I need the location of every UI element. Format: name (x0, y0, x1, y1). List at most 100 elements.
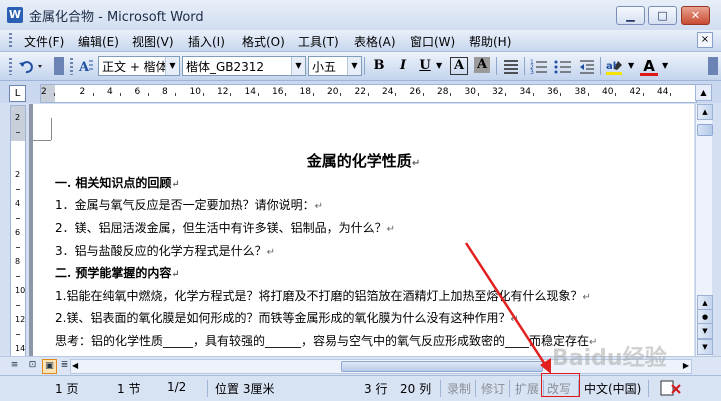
font-color-dropdown-icon[interactable]: ▼ (662, 61, 668, 70)
document-area: 金属的化学性质↵ 一. 相关知识点的回顾↵ 1．金属与氧气反应是否一定要加热？请你… (29, 104, 694, 356)
decrease-indent-icon[interactable] (578, 58, 596, 74)
print-layout-view-icon[interactable]: ▣ (42, 359, 57, 374)
highlight-dropdown-icon[interactable]: ▼ (628, 61, 634, 70)
menu-format[interactable]: 格式(O) (242, 33, 285, 50)
minimize-button[interactable]: ▁ (616, 6, 645, 25)
chevron-down-icon[interactable]: ▼ (347, 57, 361, 75)
menu-insert[interactable]: 插入(I) (188, 33, 225, 50)
spelling-status-icon[interactable] (660, 380, 682, 396)
ruler-label: 6 (134, 87, 141, 97)
web-view-icon[interactable]: ⊡ (26, 359, 39, 372)
body-line: 思考：铝的化学性质_____，具有较强的______，容易与空气中的氧气反应形成… (55, 332, 597, 349)
margin-corner-mark (51, 118, 52, 140)
ruler-tick (202, 93, 204, 96)
ruler-tick (312, 93, 314, 96)
status-column[interactable]: 20 列 (400, 380, 431, 397)
next-page-icon[interactable]: ▼ (697, 323, 713, 339)
status-page[interactable]: 1 页 (55, 380, 78, 397)
paragraph-mark: ↵ (266, 247, 276, 258)
status-separator (509, 380, 510, 397)
body-line: 2．镁、铝屈活泼金属，但生活中有许多镁、铝制品，为什么？↵ (55, 219, 395, 236)
scroll-up-arrow-icon[interactable]: ▲ (697, 104, 713, 120)
bullets-icon[interactable] (554, 58, 572, 74)
scroll-down-arrow-icon[interactable]: ▼ (697, 339, 713, 355)
ruler-tick (92, 93, 94, 96)
underline-button[interactable]: U (416, 57, 434, 75)
tab-selector[interactable]: L (9, 85, 26, 102)
status-language[interactable]: 中文(中国) (584, 380, 641, 397)
status-trk[interactable]: 修订 (481, 380, 505, 397)
title-bar: W 金属化合物 - Microsoft Word ▁ □ ✕ (0, 0, 721, 31)
menu-help[interactable]: 帮助(H) (469, 33, 511, 50)
line-text: 2.镁、铝表面的氧化膜是如何形成的？而铁等金属形成的氧化膜为什么没有这种作用？ (55, 311, 511, 325)
toolbar-options-icon[interactable] (708, 57, 718, 75)
font-size-combo[interactable]: 小五 ▼ (308, 56, 362, 76)
ruler-toggle-icon[interactable]: ▲ (695, 84, 712, 101)
line-text: 1．金属与氧气反应是否一定要加热？请你说明： (55, 198, 315, 212)
ruler-tick (505, 93, 506, 96)
ruler-label: 2 (15, 170, 21, 179)
character-border-button[interactable]: A (450, 57, 468, 75)
horizontal-ruler[interactable]: 2 2 4 6 8 10 12 14 16 18 20 22 24 26 28 30 32 34 36 38 40 42 4… (40, 84, 697, 103)
menu-grip[interactable] (9, 33, 12, 48)
menu-window[interactable]: 窗口(W) (410, 33, 455, 50)
scroll-left-arrow-icon[interactable]: ◀ (72, 361, 78, 370)
ruler-tick (16, 276, 20, 277)
status-section[interactable]: 1 节 (117, 380, 140, 397)
scroll-right-arrow-icon[interactable]: ▶ (683, 361, 689, 370)
status-line[interactable]: 3 行 (364, 380, 387, 397)
font-value: 楷体_GB2312 (186, 60, 265, 74)
ruler-tick (175, 93, 176, 96)
toolbar-separator (364, 57, 365, 75)
body-line: 1.铝能在纯氧中燃烧，化学方程式是？将打磨及不打磨的铝箔放在酒精灯上加热至熔化有… (55, 287, 591, 304)
toolbar-grip-2[interactable] (70, 58, 73, 75)
undo-icon[interactable] (18, 58, 46, 74)
word-app-icon[interactable]: W (7, 7, 23, 23)
ruler-label: 28 (437, 87, 449, 97)
vertical-scrollbar[interactable]: ▲ ▲ ● ▼ ▼ (695, 104, 713, 356)
menu-table[interactable]: 表格(A) (354, 33, 396, 50)
character-shading-button[interactable]: A (474, 57, 490, 73)
styles-formatting-icon[interactable]: A (77, 58, 95, 74)
ruler-label: 42 (629, 87, 641, 97)
chevron-down-icon[interactable]: ▼ (291, 57, 305, 75)
close-button[interactable]: ✕ (681, 6, 710, 25)
underline-dropdown-icon[interactable]: ▼ (436, 61, 442, 70)
ruler-label: 30 (464, 87, 476, 97)
ruler-label: 16 (272, 87, 284, 97)
ruler-label: 22 (354, 87, 366, 97)
ruler-label: 36 (547, 87, 559, 97)
ruler-tick (615, 93, 616, 96)
ruler-tick (587, 93, 589, 96)
maximize-button[interactable]: □ (648, 6, 677, 25)
document-page[interactable]: 金属的化学性质↵ 一. 相关知识点的回顾↵ 1．金属与氧气反应是否一定要加热？请你… (33, 104, 694, 356)
font-combo[interactable]: 楷体_GB2312 ▼ (182, 56, 306, 76)
toolbar-grip[interactable] (9, 58, 12, 75)
vertical-scroll-thumb[interactable] (697, 124, 713, 136)
chevron-down-icon[interactable]: ▼ (165, 57, 179, 75)
bold-button[interactable]: B (370, 57, 388, 75)
normal-view-icon[interactable]: ≡ (8, 359, 21, 372)
ruler-tick (16, 189, 20, 190)
horizontal-scroll-thumb[interactable] (341, 361, 543, 372)
body-line: 1．金属与氧气反应是否一定要加热？请你说明：↵ (55, 196, 323, 213)
italic-button[interactable]: I (394, 57, 412, 75)
close-document-button[interactable]: × (697, 32, 713, 48)
numbering-icon[interactable]: 123 (530, 58, 548, 74)
vertical-ruler[interactable]: 2 2 4 6 8 10 12 14 (10, 105, 26, 364)
menu-tools[interactable]: 工具(T) (298, 33, 339, 50)
ruler-tick (285, 93, 286, 96)
style-combo[interactable]: 正文 + 楷体 ▼ (98, 56, 180, 76)
align-justify-icon[interactable] (502, 58, 520, 74)
status-position[interactable]: 位置 3厘米 (215, 380, 274, 397)
document-title-text: 金属的化学性质 (306, 152, 412, 170)
body-line: 3．铝与盐酸反应的化学方程式是什么？↵ (55, 242, 275, 259)
menu-view[interactable]: 视图(V) (132, 33, 174, 50)
menu-file[interactable]: 文件(F) (24, 33, 64, 50)
menu-edit[interactable]: 编辑(E) (78, 33, 119, 50)
toolbar-chevron-icon[interactable] (54, 57, 64, 75)
ruler-label: 20 (327, 87, 339, 97)
status-page-of[interactable]: 1/2 (167, 380, 186, 397)
status-ext[interactable]: 扩展 (515, 380, 539, 397)
status-rec[interactable]: 录制 (447, 380, 471, 397)
